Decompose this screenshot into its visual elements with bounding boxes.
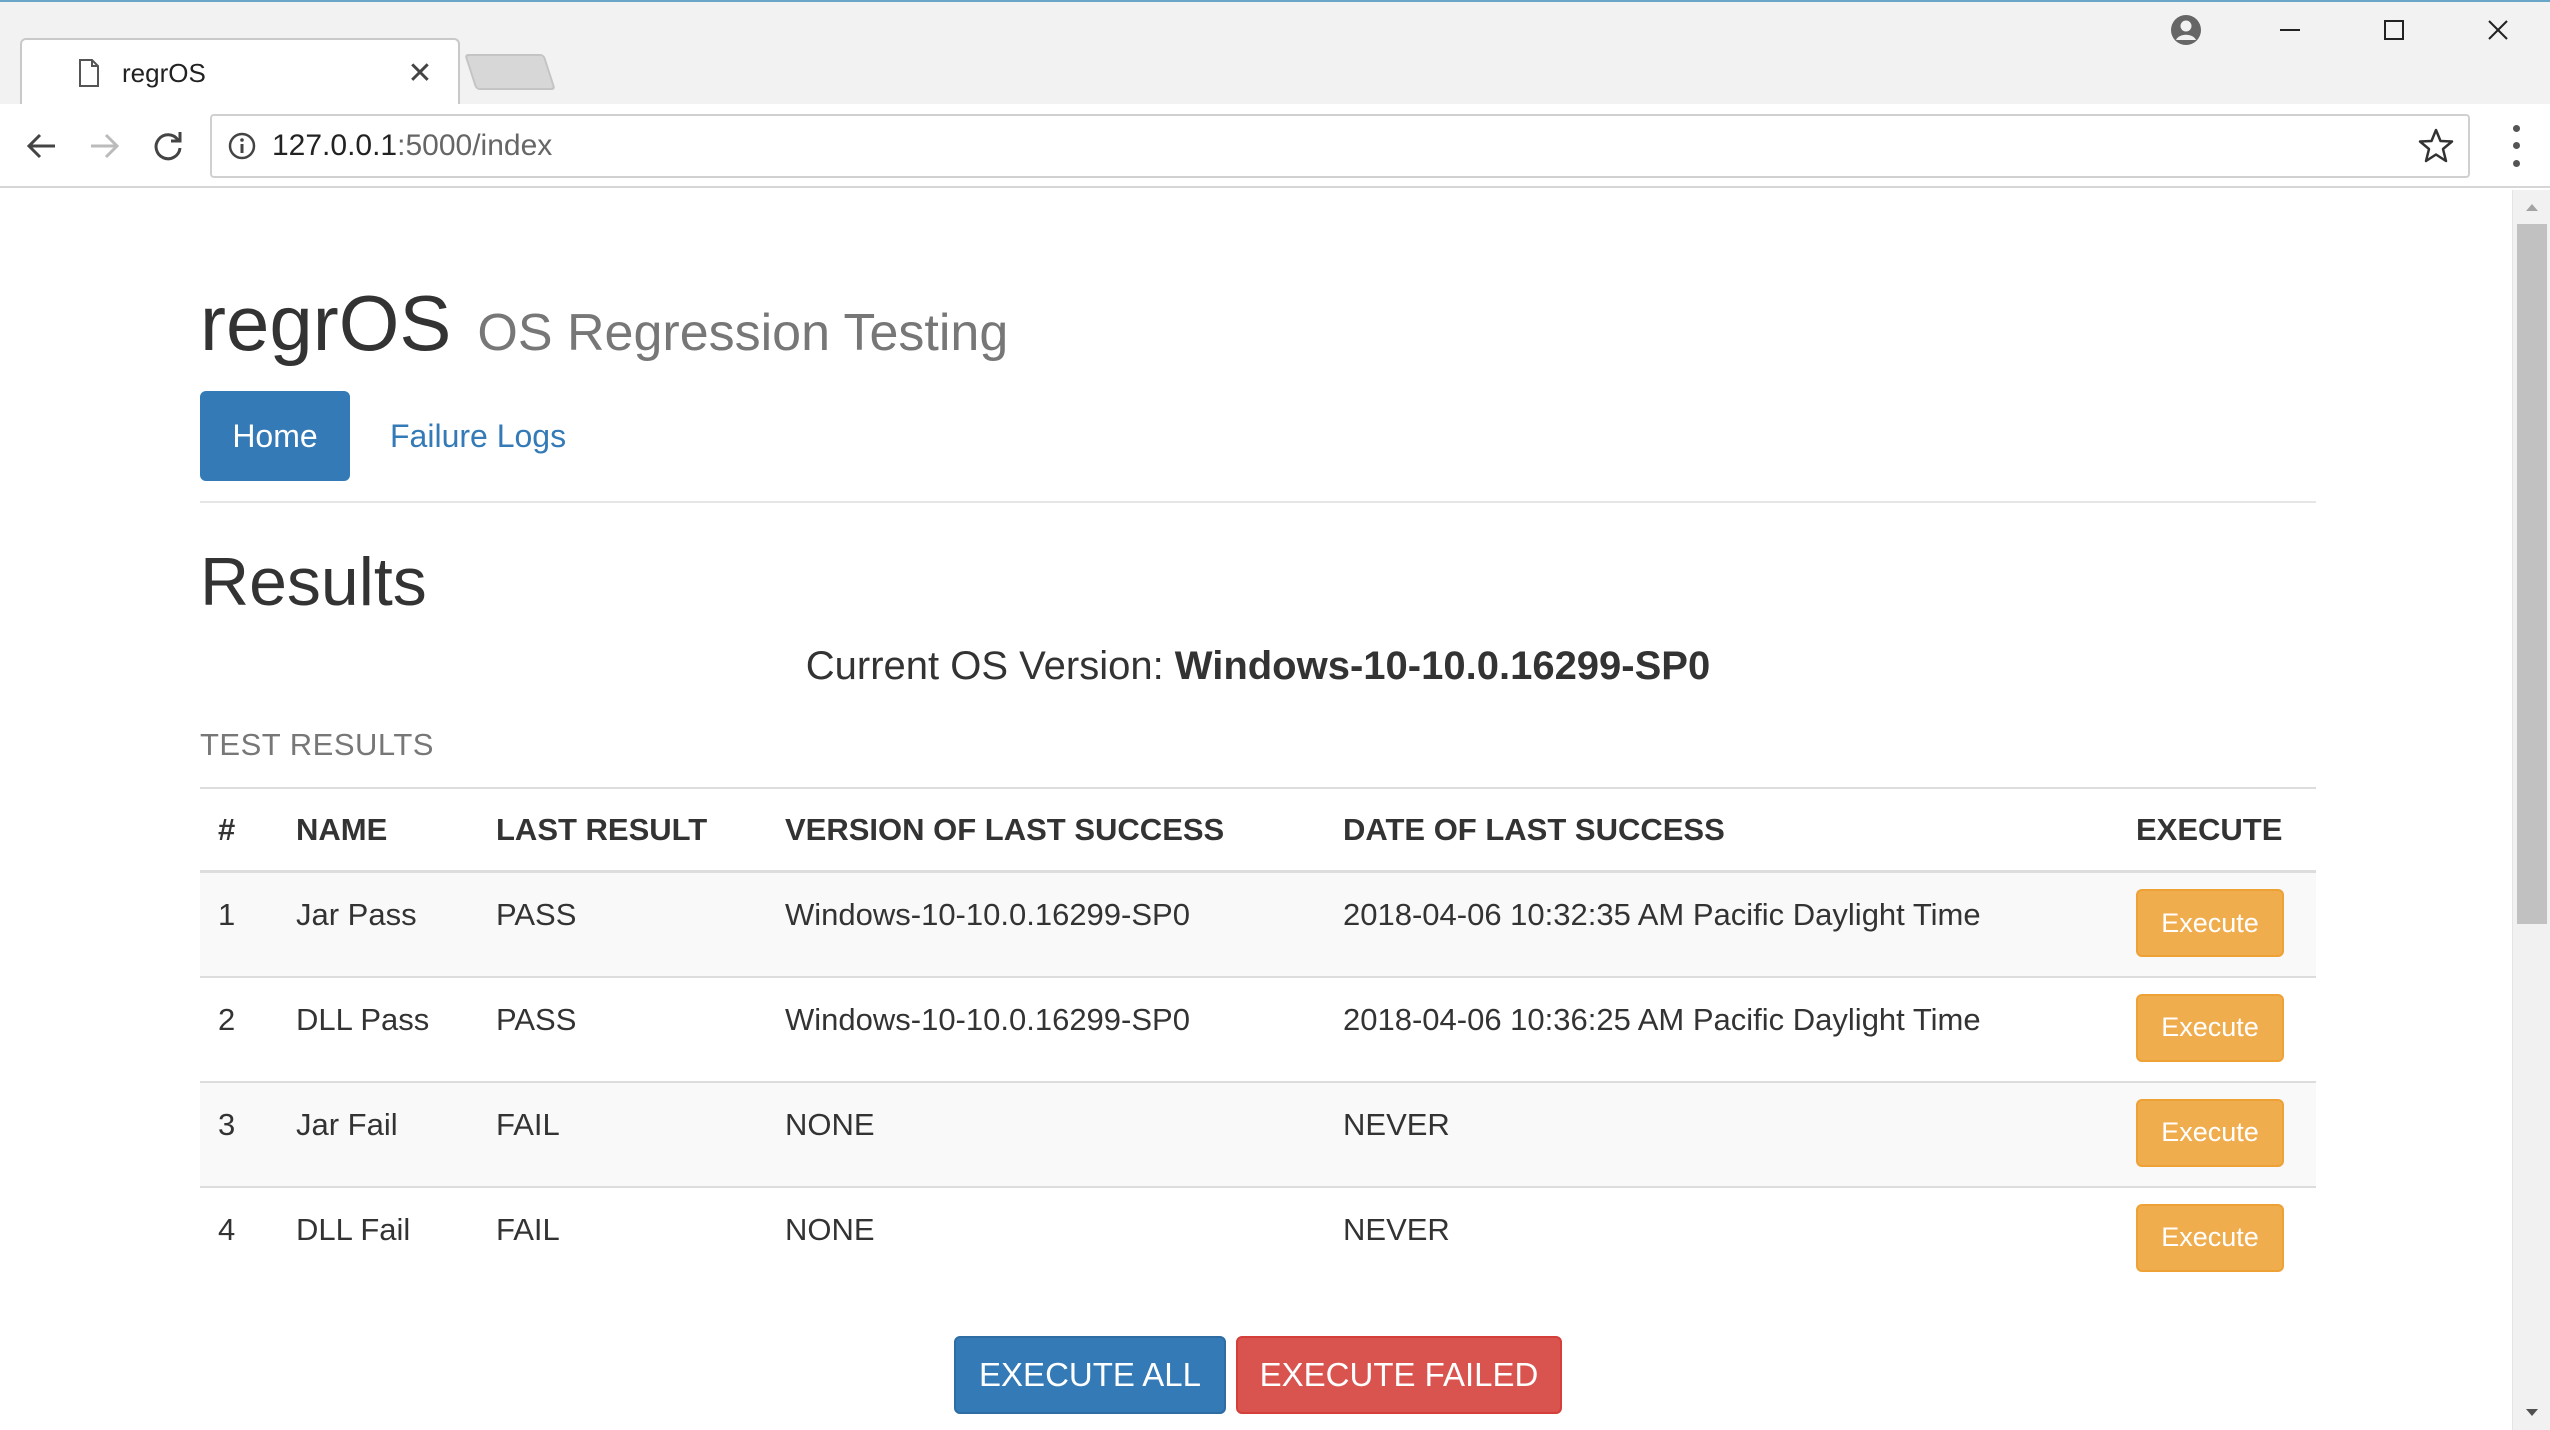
table-row: 4 DLL Fail FAIL NONE NEVER Execute	[200, 1185, 2316, 1292]
cell-number: 1	[200, 870, 278, 977]
profile-icon[interactable]	[2134, 0, 2238, 60]
minimize-icon[interactable]	[2238, 0, 2342, 60]
brand-title: regrOS	[200, 279, 452, 367]
site-info-icon[interactable]	[212, 116, 272, 176]
cell-version: Windows-10-10.0.16299-SP0	[767, 975, 1325, 1082]
cell-number: 2	[200, 975, 278, 1082]
table-row: 2 DLL Pass PASS Windows-10-10.0.16299-SP…	[200, 975, 2316, 1082]
scroll-down-arrow-icon[interactable]	[2513, 1396, 2550, 1430]
browser-menu-icon[interactable]	[2504, 120, 2528, 172]
scroll-up-arrow-icon[interactable]	[2513, 190, 2550, 224]
cell-name: DLL Fail	[278, 1185, 478, 1292]
cell-date: 2018-04-06 10:32:35 AM Pacific Daylight …	[1325, 870, 2118, 977]
results-table: # NAME LAST RESULT VERSION OF LAST SUCCE…	[200, 786, 2316, 1292]
table-row: 3 Jar Fail FAIL NONE NEVER Execute	[200, 1080, 2316, 1187]
forward-arrow-icon[interactable]	[76, 118, 132, 174]
os-version-value: Windows-10-10.0.16299-SP0	[1174, 643, 1711, 688]
cell-result: PASS	[478, 975, 767, 1082]
maximize-icon[interactable]	[2342, 0, 2446, 60]
url-host: 127.0.0.1	[272, 129, 398, 162]
divider	[200, 501, 2316, 503]
cell-name: Jar Fail	[278, 1080, 478, 1187]
bookmark-star-icon[interactable]	[2416, 126, 2456, 166]
brand-subtitle: OS Regression Testing	[477, 304, 1009, 362]
reload-icon[interactable]	[140, 118, 196, 174]
close-window-icon[interactable]	[2446, 0, 2550, 60]
table-row: 1 Jar Pass PASS Windows-10-10.0.16299-SP…	[200, 870, 2316, 977]
cell-date: 2018-04-06 10:36:25 AM Pacific Daylight …	[1325, 975, 2118, 1082]
cell-name: Jar Pass	[278, 870, 478, 977]
back-arrow-icon[interactable]	[14, 118, 70, 174]
nav-home[interactable]: Home	[200, 391, 350, 481]
tab-close-icon[interactable]: ✕	[402, 56, 438, 91]
cell-version: Windows-10-10.0.16299-SP0	[767, 870, 1325, 977]
col-header-last-result: LAST RESULT	[478, 786, 767, 874]
cell-result: PASS	[478, 870, 767, 977]
col-header-date: DATE OF LAST SUCCESS	[1325, 786, 2118, 874]
nav-pills: Home Failure Logs	[200, 391, 2316, 481]
cell-version: NONE	[767, 1185, 1325, 1292]
execute-button[interactable]: Execute	[2136, 1203, 2284, 1272]
new-tab-button[interactable]	[464, 54, 556, 90]
col-header-execute: EXECUTE	[2118, 786, 2316, 874]
action-buttons: EXECUTE ALL EXECUTE FAILED	[200, 1335, 2316, 1414]
browser-toolbar: 127.0.0.1:5000/index	[0, 104, 2550, 188]
cell-name: DLL Pass	[278, 975, 478, 1082]
cell-version: NONE	[767, 1080, 1325, 1187]
os-version-line: Current OS Version: Windows-10-10.0.1629…	[200, 644, 2316, 689]
nav-failure-logs[interactable]: Failure Logs	[390, 418, 566, 455]
table-caption: TEST RESULTS	[200, 726, 434, 762]
execute-button[interactable]: Execute	[2136, 993, 2284, 1062]
tab-title: regrOS	[122, 57, 206, 88]
scroll-thumb[interactable]	[2517, 224, 2547, 924]
window-controls	[2134, 0, 2550, 60]
execute-all-button[interactable]: EXECUTE ALL	[954, 1335, 1226, 1414]
execute-button[interactable]: Execute	[2136, 1098, 2284, 1167]
table-header-row: # NAME LAST RESULT VERSION OF LAST SUCCE…	[200, 786, 2316, 874]
execute-failed-button[interactable]: EXECUTE FAILED	[1236, 1335, 1562, 1414]
browser-tab[interactable]: regrOS ✕	[20, 38, 460, 108]
url-path: :5000/index	[397, 129, 553, 162]
os-version-label: Current OS Version:	[805, 643, 1175, 688]
cell-result: FAIL	[478, 1185, 767, 1292]
execute-button[interactable]: Execute	[2136, 889, 2284, 958]
cell-date: NEVER	[1325, 1185, 2118, 1292]
results-heading: Results	[200, 544, 427, 620]
page-icon	[79, 59, 99, 87]
cell-number: 3	[200, 1080, 278, 1187]
browser-tabstrip: regrOS ✕	[0, 0, 2550, 108]
col-header-version: VERSION OF LAST SUCCESS	[767, 786, 1325, 874]
cell-result: FAIL	[478, 1080, 767, 1187]
cell-number: 4	[200, 1185, 278, 1292]
page-header: regrOS OS Regression Testing	[200, 278, 2316, 369]
col-header-number: #	[200, 786, 278, 874]
page-content: regrOS OS Regression Testing Home Failur…	[200, 190, 2316, 1414]
page-scrollbar[interactable]	[2512, 190, 2550, 1430]
cell-date: NEVER	[1325, 1080, 2118, 1187]
col-header-name: NAME	[278, 786, 478, 874]
address-bar[interactable]: 127.0.0.1:5000/index	[210, 114, 2470, 178]
